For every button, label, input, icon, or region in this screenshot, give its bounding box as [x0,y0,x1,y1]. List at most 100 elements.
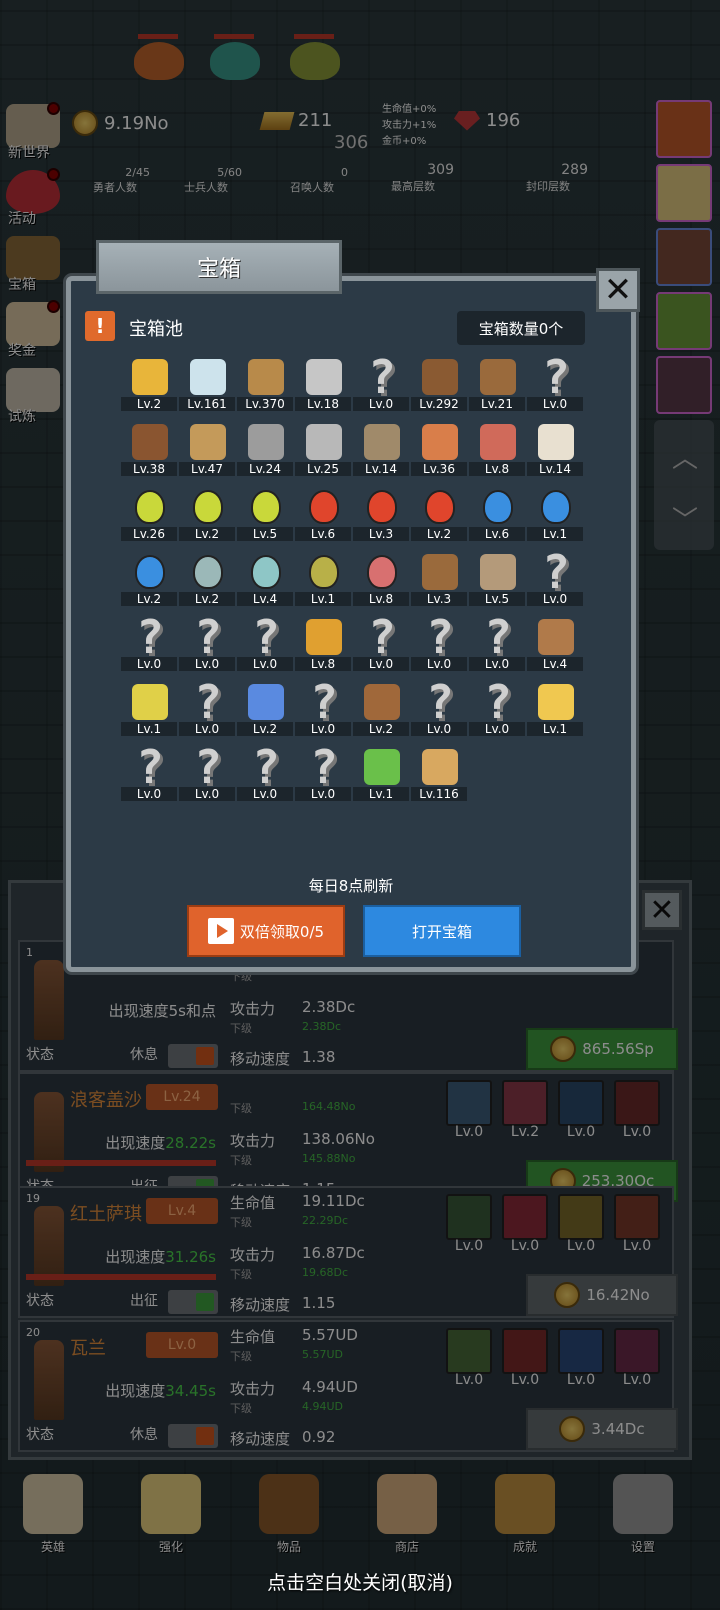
chest-pool-item[interactable]: Lv.1 [295,550,353,606]
onion-item-slot[interactable] [656,100,712,158]
slime-item-slot[interactable] [656,292,712,350]
chest-pool-item[interactable]: Lv.2 [179,485,237,541]
chest-pool-item[interactable]: ? Lv.0 [121,610,179,671]
chest-pool-item[interactable]: Lv.36 [411,420,469,476]
chest-pool-item[interactable]: Lv.3 [411,550,469,606]
chest-pool-item[interactable]: Lv.18 [295,355,353,411]
hero-row[interactable]: 20 瓦兰 Lv.0 出现速度34.45s 状态 休息 生命值 5.57UD 下… [18,1320,678,1452]
skill-icon[interactable] [614,1328,660,1374]
chest-pool-item[interactable]: Lv.4 [527,615,585,671]
chest-pool-item[interactable]: Lv.14 [527,420,585,476]
nav-item[interactable]: 英雄 [8,1474,98,1555]
item-level: Lv.26 [121,527,177,541]
chest-pool-item[interactable]: Lv.3 [353,485,411,541]
scroll-control[interactable]: ︿ ﹀ [654,420,714,550]
chest-pool-item[interactable]: ? Lv.0 [179,740,237,801]
deploy-toggle[interactable] [168,1290,218,1314]
chest-pool-item[interactable]: Lv.5 [237,485,295,541]
chest-pool-item[interactable]: Lv.2 [121,550,179,606]
chest-pool-item[interactable]: Lv.1 [353,745,411,801]
nav-item[interactable]: 设置 [598,1474,688,1555]
chest-pool-item[interactable]: ? Lv.0 [469,675,527,736]
chest-pool-item[interactable]: Lv.38 [121,420,179,476]
game-screen[interactable]: 9.19No 211 306 生命值+0% 攻击力+1% 金币+0% 196 2… [0,0,720,1610]
chest-item-slot[interactable] [656,356,712,414]
chest-pool-item[interactable]: ? Lv.0 [237,740,295,801]
skill-icon[interactable] [558,1194,604,1240]
chest-pool-item[interactable]: ? Lv.0 [121,740,179,801]
sidemenu-new-world[interactable]: 新世界 [0,100,66,164]
chest-pool-item[interactable]: Lv.14 [353,420,411,476]
chest-pool-item[interactable]: ? Lv.0 [411,610,469,671]
chest-pool-item[interactable]: Lv.21 [469,355,527,411]
skill-icon[interactable] [502,1328,548,1374]
chest-pool-item[interactable]: Lv.161 [179,355,237,411]
upgrade-button[interactable]: 865.56Sp [526,1028,678,1070]
chest-pool-item[interactable]: Lv.370 [237,355,295,411]
hero-panel-close-button[interactable]: ✕ [642,890,682,930]
scroll-item-slot[interactable] [656,228,712,286]
skill-icon[interactable] [558,1328,604,1374]
open-chest-button[interactable]: 打开宝箱 [363,905,521,957]
nav-item[interactable]: 物品 [244,1474,334,1555]
skill-icon[interactable] [502,1080,548,1126]
chest-pool-item[interactable]: ? Lv.0 [179,610,237,671]
chest-pool-item[interactable]: Lv.26 [121,485,179,541]
sidemenu-event[interactable]: 活动 [0,166,66,230]
hero-row[interactable]: 19 红土萨琪 Lv.4 出现速度31.26s 状态 出征 生命值 19.11D… [18,1186,678,1318]
chest-pool-item[interactable]: Lv.1 [527,485,585,541]
candle-item-slot[interactable] [656,164,712,222]
chest-pool-item[interactable]: ? Lv.0 [237,610,295,671]
chest-pool-item[interactable]: ? Lv.0 [295,740,353,801]
chest-pool-item[interactable]: Lv.5 [469,550,527,606]
chevron-down-icon[interactable]: ﹀ [672,500,698,537]
double-claim-button[interactable]: 双倍领取0/5 [187,905,345,957]
chest-pool-item[interactable]: ? Lv.0 [469,610,527,671]
chevron-up-icon[interactable]: ︿ [672,438,698,475]
chest-pool-item[interactable]: ? Lv.0 [353,350,411,411]
sidemenu-chest[interactable]: 宝箱 [0,232,66,296]
chest-pool-item[interactable]: Lv.2 [353,680,411,736]
chest-pool-item[interactable]: Lv.2 [237,680,295,736]
skill-icon[interactable] [502,1194,548,1240]
nav-item[interactable]: 强化 [126,1474,216,1555]
chest-pool-item[interactable]: Lv.292 [411,355,469,411]
chest-pool-item[interactable]: Lv.25 [295,420,353,476]
nav-item[interactable]: 商店 [362,1474,452,1555]
skill-icon[interactable] [614,1194,660,1240]
chest-pool-item[interactable]: Lv.6 [295,485,353,541]
chest-pool-item[interactable]: Lv.24 [237,420,295,476]
upgrade-button[interactable]: 3.44Dc [526,1408,678,1450]
chest-pool-item[interactable]: ? Lv.0 [353,610,411,671]
chest-pool-item[interactable]: Lv.8 [469,420,527,476]
deploy-toggle[interactable] [168,1044,218,1068]
skill-icon[interactable] [614,1080,660,1126]
chest-pool-item[interactable]: Lv.2 [411,485,469,541]
chest-pool-item[interactable]: ? Lv.0 [295,675,353,736]
chest-pool-item[interactable]: Lv.2 [121,355,179,411]
chest-pool-item[interactable]: ? Lv.0 [179,675,237,736]
chest-pool-item[interactable]: Lv.1 [121,680,179,736]
nav-item[interactable]: 成就 [480,1474,570,1555]
chest-pool-item[interactable]: Lv.2 [179,550,237,606]
skill-icon[interactable] [446,1080,492,1126]
sidemenu-bonus[interactable]: 奖金 [0,298,66,362]
chest-pool-item[interactable]: Lv.8 [295,615,353,671]
deploy-toggle[interactable] [168,1424,218,1448]
chest-pool-item[interactable]: ? Lv.0 [411,675,469,736]
skill-icon[interactable] [446,1328,492,1374]
close-icon[interactable]: ✕ [596,268,640,312]
chest-pool-item[interactable]: Lv.1 [527,680,585,736]
chest-pool-item[interactable]: Lv.4 [237,550,295,606]
chest-pool-item[interactable]: Lv.47 [179,420,237,476]
upgrade-button[interactable]: 16.42No [526,1274,678,1316]
chest-pool-item[interactable]: Lv.8 [353,550,411,606]
chest-pool-item[interactable]: Lv.116 [411,745,469,801]
sidemenu-trial[interactable]: 试炼 [0,364,66,428]
chest-pool-item[interactable]: Lv.6 [469,485,527,541]
chest-pool-item[interactable]: ? Lv.0 [527,545,585,606]
hero-row[interactable]: 浪客盖沙 Lv.24 出现速度28.22s 状态 出征 下级 164.48No … [18,1072,678,1204]
chest-pool-item[interactable]: ? Lv.0 [527,350,585,411]
skill-icon[interactable] [446,1194,492,1240]
skill-icon[interactable] [558,1080,604,1126]
